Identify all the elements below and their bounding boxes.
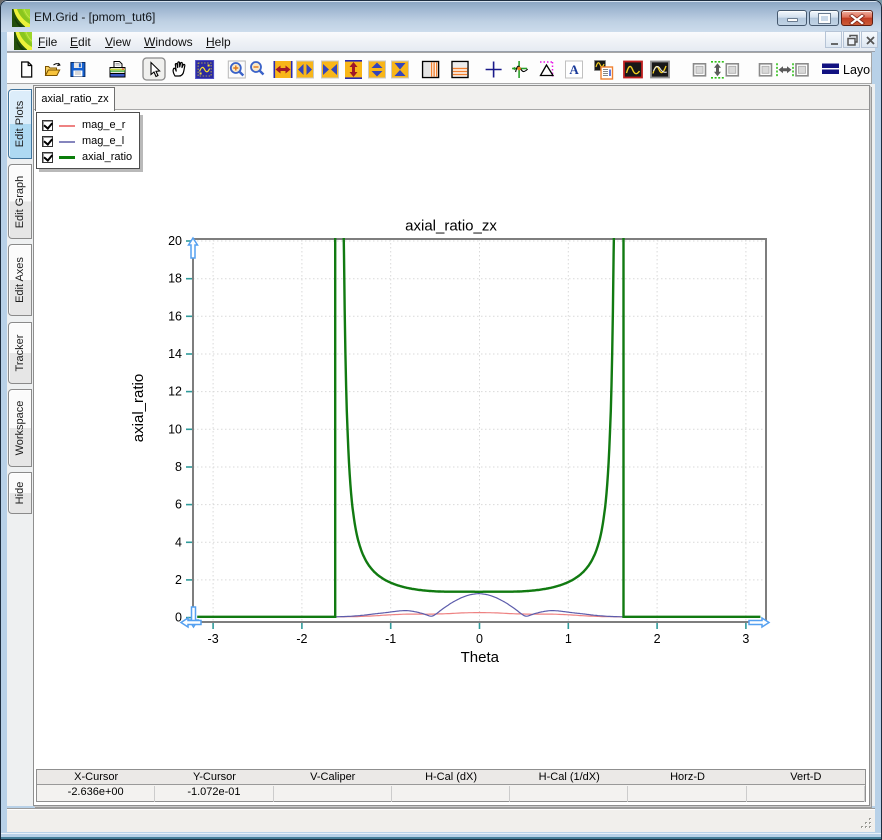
svg-text:2: 2	[175, 573, 182, 587]
svg-text:0: 0	[476, 632, 483, 646]
svg-text:axial_ratio: axial_ratio	[130, 374, 147, 442]
svg-text:2: 2	[654, 632, 661, 646]
svg-text:axial_ratio_zx: axial_ratio_zx	[405, 218, 497, 235]
svg-text:-1: -1	[385, 632, 396, 646]
svg-text:A: A	[569, 62, 579, 77]
svg-text:-2: -2	[296, 632, 307, 646]
svg-text:Layout: Layout	[843, 63, 871, 77]
svg-text:-3: -3	[208, 632, 219, 646]
svg-text:Theta: Theta	[461, 649, 500, 666]
svg-text:4: 4	[175, 535, 182, 549]
svg-text:14: 14	[168, 347, 182, 361]
svg-text:8: 8	[175, 460, 182, 474]
svg-text:3: 3	[742, 632, 749, 646]
svg-text:12: 12	[168, 385, 182, 399]
svg-text:16: 16	[168, 309, 182, 323]
svg-text:20: 20	[168, 234, 182, 248]
svg-text:6: 6	[175, 498, 182, 512]
svg-text:1: 1	[565, 632, 572, 646]
svg-text:18: 18	[168, 272, 182, 286]
svg-text:10: 10	[168, 422, 182, 436]
